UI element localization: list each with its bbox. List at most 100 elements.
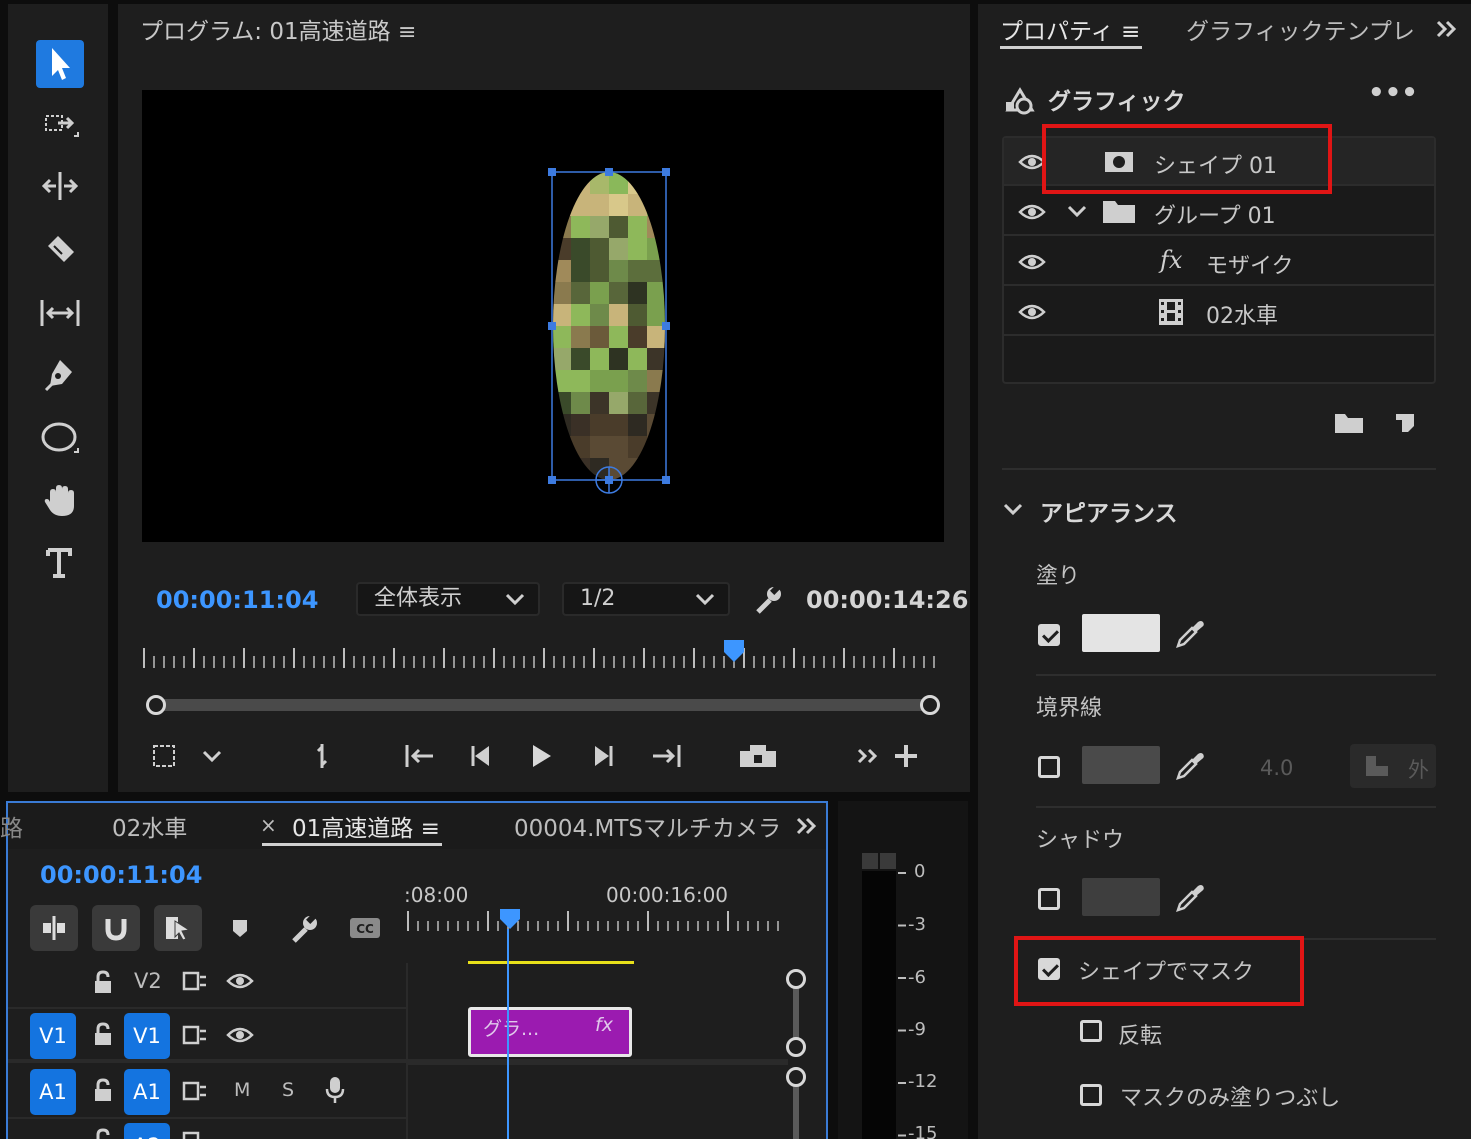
stroke-checkbox[interactable] xyxy=(1038,756,1060,778)
double-chevron-right-icon[interactable] xyxy=(794,813,820,839)
lock-icon[interactable] xyxy=(92,1021,114,1047)
razor-tool-button[interactable] xyxy=(32,222,88,274)
track-v2-label[interactable]: V2 xyxy=(134,969,162,993)
sync-lock-icon[interactable] xyxy=(182,1079,208,1103)
eyedropper-icon[interactable] xyxy=(1174,618,1206,650)
mask-fill-only-checkbox[interactable] xyxy=(1080,1084,1102,1106)
track-a1-target-button[interactable]: A1 xyxy=(124,1069,170,1115)
new-group-folder-icon[interactable] xyxy=(1334,412,1364,434)
safe-margins-button[interactable] xyxy=(144,738,184,774)
more-options-icon[interactable]: ••• xyxy=(1368,78,1418,108)
eye-icon[interactable] xyxy=(226,1023,254,1047)
sync-lock-icon[interactable] xyxy=(182,969,208,993)
program-time-ruler[interactable] xyxy=(142,638,942,672)
chevron-down-icon[interactable] xyxy=(1066,202,1088,222)
mask-fill-only-label[interactable]: マスクのみ塗りつぶし xyxy=(1120,1080,1340,1112)
work-area-bar[interactable] xyxy=(468,961,634,964)
program-current-timecode[interactable]: 00:00:11:04 xyxy=(156,586,318,614)
sync-lock-icon[interactable] xyxy=(182,1129,208,1139)
button-editor-button[interactable] xyxy=(886,738,926,774)
go-to-out-button[interactable] xyxy=(646,738,686,774)
program-monitor-title[interactable]: プログラム: 01高速道路 ≡ xyxy=(140,12,416,46)
panel-menu-icon[interactable]: ≡ xyxy=(398,20,416,45)
export-frame-button[interactable] xyxy=(738,738,778,774)
add-marker-button[interactable] xyxy=(302,738,342,774)
track-a2-target-button[interactable]: A2 xyxy=(124,1123,170,1139)
ripple-edit-tool-button[interactable] xyxy=(32,160,88,212)
type-tool-button[interactable] xyxy=(32,536,88,588)
ellipse-tool-button[interactable] xyxy=(32,412,88,464)
eye-icon[interactable] xyxy=(226,969,254,993)
wrench-settings-icon[interactable] xyxy=(752,584,784,616)
playhead-marker-icon[interactable] xyxy=(722,638,746,668)
lock-icon[interactable] xyxy=(92,1077,114,1103)
source-v1-button[interactable]: V1 xyxy=(30,1013,76,1059)
shadow-color-swatch[interactable] xyxy=(1082,878,1160,916)
timeline-timecode[interactable]: 00:00:11:04 xyxy=(40,861,202,889)
layer-row-group01[interactable]: グループ 01 xyxy=(1004,188,1434,236)
stroke-width-value[interactable]: 4.0 xyxy=(1260,756,1293,780)
lock-icon[interactable] xyxy=(92,969,114,995)
timeline-ruler[interactable] xyxy=(406,911,786,935)
stroke-position-button[interactable]: 外 xyxy=(1350,744,1436,788)
stroke-color-swatch[interactable] xyxy=(1082,746,1160,784)
program-video-frame[interactable] xyxy=(142,90,944,542)
track-select-tool-button[interactable] xyxy=(32,98,88,150)
eye-icon[interactable] xyxy=(1018,200,1046,224)
eyedropper-icon[interactable] xyxy=(1174,750,1206,782)
nest-sequence-button[interactable] xyxy=(30,905,78,951)
mute-button[interactable]: M xyxy=(234,1079,250,1101)
tab-01kousokudouro[interactable]: 01高速道路 ≡ xyxy=(292,809,440,843)
layer-row-02suisha[interactable]: 02水車 xyxy=(1004,288,1434,336)
snap-button[interactable] xyxy=(92,905,140,951)
tab-close-icon[interactable]: × xyxy=(260,813,277,837)
invert-checkbox[interactable] xyxy=(1080,1020,1102,1042)
solo-button[interactable]: S xyxy=(282,1079,294,1101)
lock-icon[interactable] xyxy=(92,1127,114,1139)
wrench-settings-icon[interactable] xyxy=(288,913,320,945)
play-button[interactable] xyxy=(520,738,560,774)
add-marker-icon[interactable] xyxy=(230,917,250,941)
tab-02suisha[interactable]: 02水車 xyxy=(112,809,187,843)
invert-label[interactable]: 反転 xyxy=(1118,1018,1162,1050)
zoom-level-select[interactable]: 全体表示 xyxy=(356,582,540,616)
microphone-icon[interactable] xyxy=(324,1075,346,1105)
video-track-scrollbar[interactable] xyxy=(786,969,806,1059)
selection-tool-button[interactable] xyxy=(32,38,88,90)
eye-icon[interactable] xyxy=(1018,300,1046,324)
more-controls-button[interactable] xyxy=(848,738,888,774)
panel-menu-icon[interactable]: ≡ xyxy=(421,816,440,842)
track-v1-target-button[interactable]: V1 xyxy=(124,1013,170,1059)
sync-lock-icon[interactable] xyxy=(182,1023,208,1047)
settings-dropdown-button[interactable] xyxy=(192,738,232,774)
linked-selection-button[interactable] xyxy=(154,905,202,951)
new-layer-icon[interactable] xyxy=(1392,410,1418,436)
go-to-in-button[interactable] xyxy=(400,738,440,774)
source-a1-button[interactable]: A1 xyxy=(30,1069,76,1115)
audio-track-scrollbar[interactable] xyxy=(786,1067,806,1139)
chevron-down-icon[interactable] xyxy=(1002,500,1024,520)
fill-color-swatch[interactable] xyxy=(1082,614,1160,652)
step-back-button[interactable] xyxy=(462,738,502,774)
hand-tool-button[interactable] xyxy=(32,474,88,526)
graphic-clip[interactable]: グラ... fx xyxy=(468,1007,632,1057)
tab-graphic-templates[interactable]: グラフィックテンプレ xyxy=(1186,12,1422,46)
program-zoom-scrollbar[interactable] xyxy=(146,694,940,716)
meter-clip-indicators[interactable] xyxy=(862,853,896,869)
layer-row-mosaic[interactable]: fx モザイク xyxy=(1004,238,1434,286)
step-forward-button[interactable] xyxy=(582,738,622,774)
tab-multicam[interactable]: 00004.MTSマルチカメラ xyxy=(514,809,786,843)
eyedropper-icon[interactable] xyxy=(1174,882,1206,914)
appearance-section-title[interactable]: アピアランス xyxy=(1040,494,1178,528)
panel-menu-icon[interactable]: ≡ xyxy=(1121,19,1140,45)
captions-icon[interactable]: CC xyxy=(348,915,382,941)
eye-icon[interactable] xyxy=(1018,250,1046,274)
slip-tool-button[interactable] xyxy=(32,286,88,338)
pen-tool-button[interactable] xyxy=(32,348,88,400)
playback-resolution-select[interactable]: 1/2 xyxy=(562,582,730,616)
fill-checkbox[interactable] xyxy=(1038,624,1060,646)
shadow-checkbox[interactable] xyxy=(1038,888,1060,910)
playhead-marker-icon[interactable] xyxy=(498,907,522,933)
tab-properties[interactable]: プロパティ ≡ xyxy=(1000,12,1140,46)
double-chevron-right-icon[interactable] xyxy=(1434,16,1460,42)
